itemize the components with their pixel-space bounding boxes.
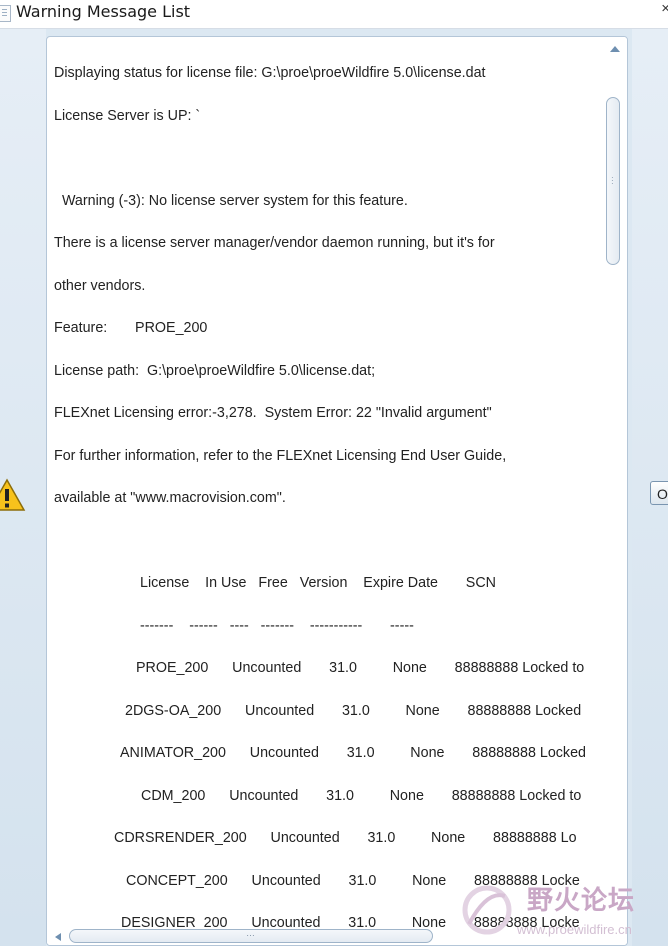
- license-table-row: PROE_200 Uncounted 31.0 None 88888888 Lo…: [136, 660, 585, 676]
- message-line: available at "www.macrovision.com".: [54, 490, 286, 506]
- title-bar: Warning Message List ×: [0, 0, 668, 29]
- horizontal-scroll-thumb[interactable]: …: [69, 928, 433, 943]
- message-line: Warning (-3): No license server system f…: [54, 193, 408, 209]
- ok-button[interactable]: O: [650, 481, 668, 505]
- message-line: Displaying status for license file: G:\p…: [54, 65, 486, 81]
- close-button[interactable]: ×: [661, 0, 668, 17]
- message-line: License path: G:\proe\proeWildfire 5.0\l…: [54, 363, 376, 379]
- vertical-scroll-thumb[interactable]: · · ·: [606, 97, 620, 265]
- vertical-scrollbar[interactable]: · · ·: [603, 37, 627, 945]
- grip-icon: …: [246, 928, 255, 938]
- license-table-header: License In Use Free Version Expire Date …: [140, 575, 496, 591]
- message-line: For further information, refer to the FL…: [54, 448, 507, 464]
- license-table-row: CDRSRENDER_200 Uncounted 31.0 None 88888…: [114, 830, 577, 846]
- horizontal-scrollbar[interactable]: …: [47, 927, 603, 945]
- document-icon: [0, 5, 11, 22]
- message-line: FLEXnet Licensing error:-3,278. System E…: [54, 405, 492, 421]
- license-table-row: CDM_200 Uncounted 31.0 None 88888888 Loc…: [141, 788, 582, 804]
- message-line: License Server is UP: `: [54, 108, 201, 124]
- message-line: There is a license server manager/vendor…: [54, 235, 495, 251]
- license-table-row: 2DGS-OA_200 Uncounted 31.0 None 88888888…: [125, 703, 582, 719]
- grip-icon: · · ·: [611, 173, 614, 188]
- message-panel: Displaying status for license file: G:\p…: [46, 36, 628, 946]
- message-line: other vendors.: [54, 278, 146, 294]
- window-title: Warning Message List: [16, 2, 191, 21]
- scroll-left-arrow-icon[interactable]: [55, 933, 61, 941]
- message-line: Feature: PROE_200: [54, 320, 208, 336]
- warning-triangle-icon: [0, 478, 26, 511]
- license-table-row: DESIGNER_200 Uncounted 31.0 None 8888888…: [121, 915, 580, 927]
- license-table-row: CONCEPT_200 Uncounted 31.0 None 88888888…: [126, 873, 580, 889]
- scroll-up-arrow-icon[interactable]: [610, 46, 620, 52]
- message-text-area[interactable]: Displaying status for license file: G:\p…: [47, 37, 603, 927]
- license-table-row: ANIMATOR_200 Uncounted 31.0 None 8888888…: [120, 745, 586, 761]
- license-table-separator: ------- ------ ---- ------- ----------- …: [140, 618, 414, 634]
